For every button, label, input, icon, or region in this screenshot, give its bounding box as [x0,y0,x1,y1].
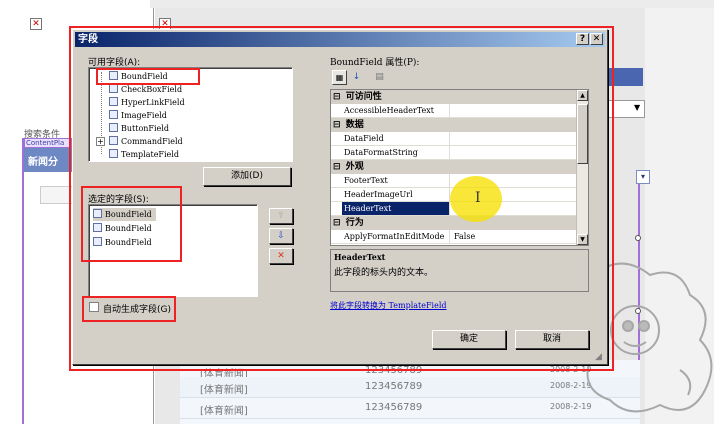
designer-top-strip [150,0,714,8]
highlight-dialog [69,26,614,371]
news-category-header: 新闻分 [24,148,72,172]
chevron-down-icon[interactable]: ▼ [634,103,640,112]
resize-handle[interactable] [635,235,641,241]
smart-tag-icon[interactable]: ▾ [636,170,650,184]
close-icon[interactable]: ✕ [30,18,42,30]
content-placeholder-border [22,138,24,424]
content-placeholder-tag[interactable]: ContentPla [24,138,72,148]
